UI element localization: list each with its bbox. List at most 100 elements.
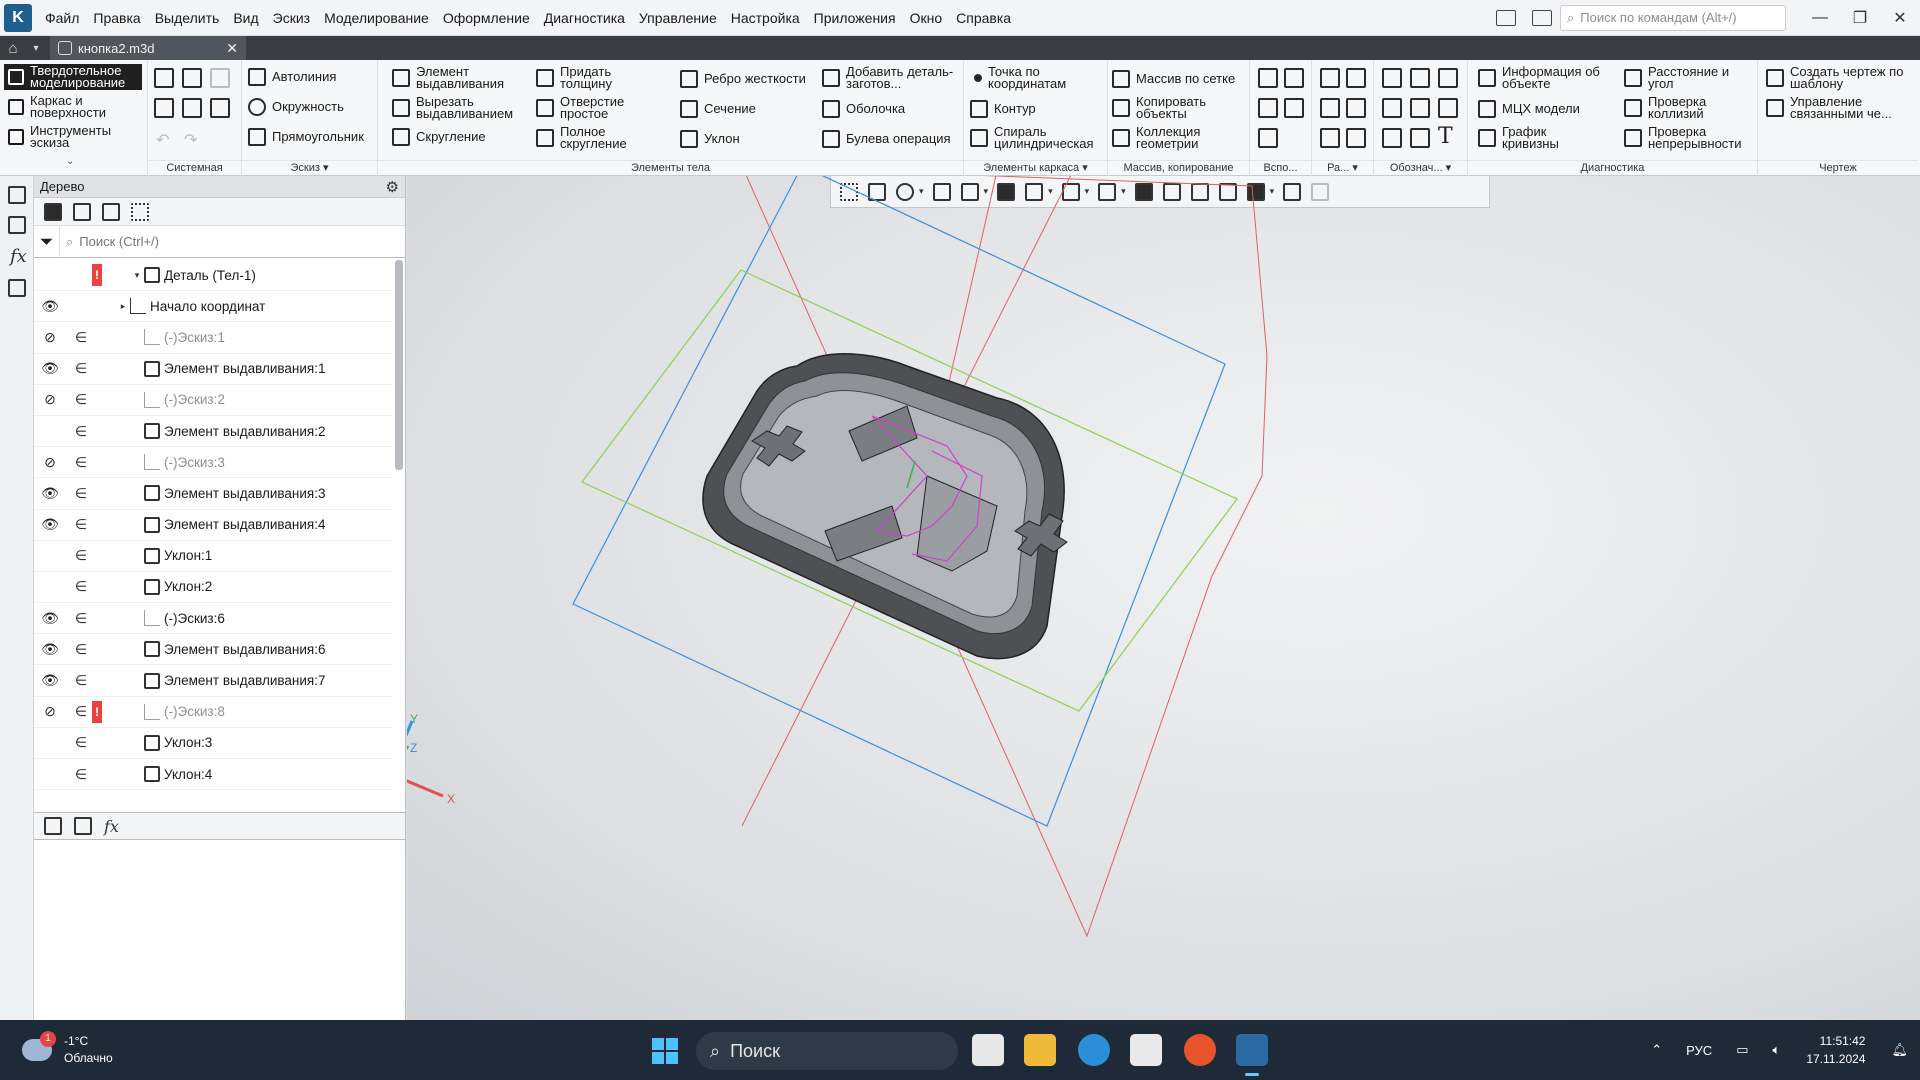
menu-select[interactable]: Выделить — [148, 10, 227, 26]
linked-drawings-button[interactable]: Управление связанными че... — [1766, 95, 1906, 120]
aux-offset-icon[interactable] — [1258, 98, 1278, 118]
clock[interactable]: 11:51:42 17.11.2024 — [1806, 1032, 1865, 1068]
preview-icon[interactable] — [182, 98, 202, 118]
fillet-button[interactable]: Скругление — [392, 128, 486, 146]
simple-hole-button[interactable]: Отверстие простое — [536, 95, 640, 120]
tree-item[interactable]: ∈ Элемент выдавливания:2 — [34, 416, 392, 448]
create-drawing-button[interactable]: Создать чертеж по шаблону — [1766, 65, 1906, 90]
properties-panel-icon[interactable] — [8, 216, 26, 234]
file-explorer-icon[interactable] — [1024, 1034, 1056, 1066]
tree-select-icon[interactable] — [131, 202, 149, 221]
eye-icon[interactable]: 👁 — [34, 610, 66, 627]
volume-icon[interactable]: 🔈︎ — [1773, 1042, 1781, 1058]
network-icon[interactable]: ▭ — [1736, 1042, 1748, 1058]
menu-management[interactable]: Управление — [632, 10, 724, 26]
save-icon[interactable] — [210, 68, 230, 88]
continuity-check-button[interactable]: Проверка непрерывности — [1624, 125, 1758, 150]
eye-icon[interactable]: 👁 — [34, 672, 66, 689]
chevron-down-icon[interactable]: ▾ — [26, 43, 46, 54]
gear-icon[interactable]: ⚙ — [386, 178, 399, 196]
angle-dim-icon[interactable] — [1410, 98, 1430, 118]
filter-icon[interactable]: ⏷ — [34, 225, 60, 258]
tree-panel-icon[interactable] — [8, 186, 26, 204]
helix-button[interactable]: Спираль цилиндрическая — [970, 125, 1104, 150]
surface-icon[interactable] — [1320, 68, 1340, 88]
tree-item[interactable]: ⊘ ∈! (-)Эскиз:8 — [34, 697, 392, 728]
group-label-designations[interactable]: Обознач... ▾ — [1374, 160, 1467, 176]
mass-props-button[interactable]: МЦХ модели — [1478, 100, 1580, 118]
hidden-eye-icon[interactable]: ⊘ — [34, 329, 66, 346]
new-document-icon[interactable] — [154, 68, 174, 88]
start-icon[interactable] — [652, 1038, 678, 1064]
tree-history-icon[interactable] — [73, 202, 91, 221]
shell-button[interactable]: Оболочка — [822, 100, 905, 118]
tree-item[interactable]: ∈ Уклон:2 — [34, 572, 392, 604]
expand-toggle-icon[interactable]: ▾ — [130, 270, 144, 281]
tab-document[interactable]: кнопка2.m3d ✕ — [50, 36, 246, 60]
menu-applications[interactable]: Приложения — [807, 10, 903, 26]
layout-icon[interactable] — [1496, 9, 1516, 26]
chevron-up-icon[interactable]: ⌃ — [1651, 1042, 1662, 1058]
taskbar-search[interactable]: ⌕ Поиск — [696, 1032, 958, 1070]
tree-item[interactable]: 👁 ∈ (-)Эскиз:6 — [34, 603, 392, 635]
cut-extrude-button[interactable]: Вырезать выдавливанием — [392, 95, 516, 120]
menu-help[interactable]: Справка — [949, 10, 1018, 26]
mode-solid-modeling[interactable]: Твердотельное моделирование — [4, 64, 142, 90]
mode-frame-surfaces[interactable]: Каркас и поверхности — [4, 94, 142, 120]
tree-item[interactable]: ⊘ ∈ (-)Эскиз:3 — [34, 447, 392, 479]
tree-structure-icon[interactable] — [44, 202, 62, 221]
menu-view[interactable]: Вид — [226, 10, 265, 26]
aux-tangent-icon[interactable] — [1284, 98, 1304, 118]
aux-plane-icon[interactable] — [1258, 68, 1278, 88]
tree-item[interactable]: 👁 ∈ Элемент выдавливания:1 — [34, 354, 392, 385]
mode-sketch-tools[interactable]: Инструменты эскиза — [4, 124, 142, 150]
tree-item[interactable]: 👁 ▸ Начало координат — [34, 291, 392, 323]
app-logo-icon[interactable]: K — [4, 3, 32, 32]
tree-item[interactable]: 👁 ∈ Элемент выдавливания:7 — [34, 665, 392, 697]
distance-angle-button[interactable]: Расстояние и угол — [1624, 65, 1748, 90]
tree-item[interactable]: ! ▾ Деталь (Тел-1) — [34, 260, 392, 292]
menu-settings[interactable]: Настройка — [724, 10, 807, 26]
hidden-eye-icon[interactable]: ⊘ — [34, 703, 66, 720]
table-icon[interactable] — [1320, 128, 1340, 148]
tree-item[interactable]: 👁 ∈ Элемент выдавливания:4 — [34, 510, 392, 541]
draft-button[interactable]: Уклон — [680, 130, 740, 148]
grid-array-button[interactable]: Массив по сетке — [1112, 70, 1235, 88]
properties-tab-icon[interactable] — [74, 817, 92, 835]
variables-icon[interactable]: fx — [10, 246, 27, 267]
variables-tab-icon[interactable]: fx — [104, 817, 119, 836]
menu-diagnostics[interactable]: Диагностика — [537, 10, 632, 26]
object-info-button[interactable]: Информация об объекте — [1478, 65, 1612, 90]
rectangle-button[interactable]: Прямоугольник — [248, 128, 364, 146]
home-icon[interactable]: ⌂ — [0, 36, 26, 60]
curvature-graph-button[interactable]: График кривизны — [1478, 125, 1592, 150]
text-icon[interactable]: T — [1438, 124, 1453, 149]
copy-objects-button[interactable]: Копировать объекты — [1112, 95, 1236, 120]
tree-scrollbar[interactable] — [395, 260, 403, 470]
eye-icon[interactable]: 👁 — [34, 516, 66, 533]
command-search-input[interactable]: ⌕ Поиск по командам (Alt+/) — [1560, 4, 1786, 31]
save-as-icon[interactable] — [210, 98, 230, 118]
thread-icon[interactable] — [1382, 68, 1402, 88]
hidden-eye-icon[interactable]: ⊘ — [34, 454, 66, 471]
close-tab-icon[interactable]: ✕ — [226, 40, 238, 57]
add-stock-button[interactable]: Добавить деталь-заготов... — [822, 65, 962, 90]
menu-modeling[interactable]: Моделирование — [317, 10, 436, 26]
extrude-button[interactable]: Элемент выдавливания — [392, 65, 506, 90]
tolerance-icon[interactable] — [1410, 128, 1430, 148]
group-label-sketch[interactable]: Эскиз ▾ — [242, 160, 377, 176]
minimize-icon[interactable]: — — [1800, 9, 1840, 27]
tree-item[interactable]: 👁 ∈ Элемент выдавливания:3 — [34, 478, 392, 510]
weather-widget[interactable]: 1 -1°C Облачно — [22, 1031, 202, 1067]
tree-item[interactable]: ∈ Уклон:3 — [34, 728, 392, 759]
menu-sketch[interactable]: Эскиз — [266, 10, 317, 26]
eye-icon[interactable]: 👁 — [34, 485, 66, 502]
settings-window-icon[interactable] — [1532, 9, 1552, 26]
layers-panel-icon[interactable] — [8, 279, 26, 297]
menu-window[interactable]: Окно — [903, 10, 950, 26]
thicken-button[interactable]: Придать толщину — [536, 65, 630, 90]
autoline-button[interactable]: Автолиния — [248, 68, 336, 86]
expand-toggle-icon[interactable]: ▸ — [116, 301, 130, 312]
contour-button[interactable]: Контур — [970, 100, 1036, 118]
group-label-frame[interactable]: Элементы каркаса ▾ — [964, 160, 1107, 176]
